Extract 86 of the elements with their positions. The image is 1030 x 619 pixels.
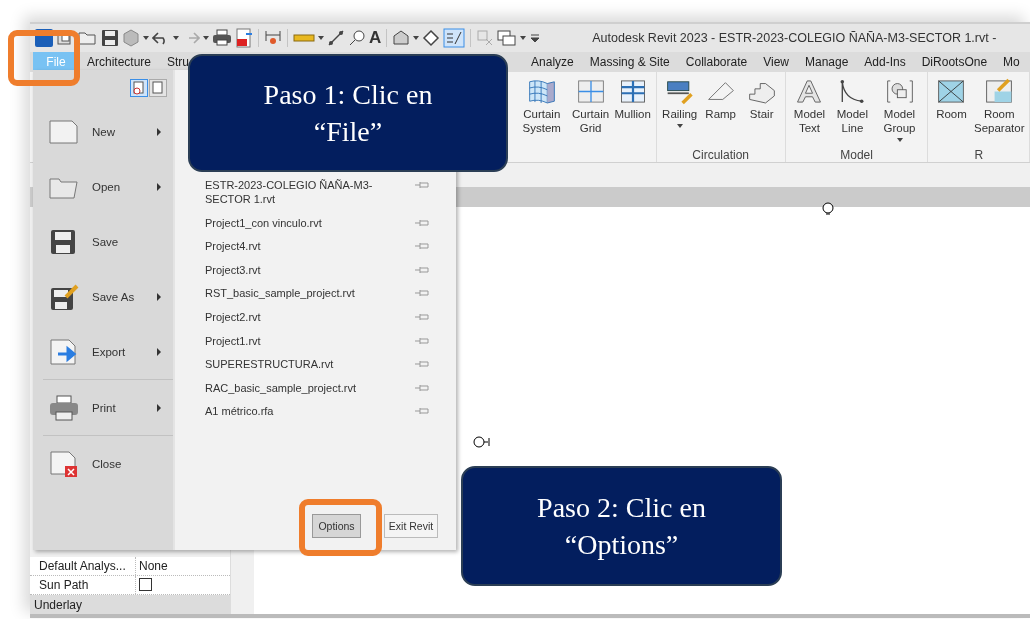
section-icon[interactable] bbox=[422, 29, 441, 47]
ribbon-tab[interactable]: Manage bbox=[796, 52, 857, 72]
recent-file-link[interactable]: Project1_con vinculo.rvt bbox=[205, 215, 322, 230]
property-name: Default Analys... bbox=[30, 557, 136, 575]
open-documents-button[interactable] bbox=[149, 79, 167, 97]
menu-item[interactable]: Open bbox=[43, 159, 173, 214]
customize-icon[interactable] bbox=[529, 32, 542, 44]
ribbon-tab[interactable]: Add-Ins bbox=[856, 52, 914, 72]
recent-file-link[interactable]: SUPERESTRUCTURA.rvt bbox=[205, 357, 334, 372]
ribbon-tab[interactable]: Massing & Site bbox=[581, 52, 678, 72]
callout-text: Paso 1: Clic en “File” bbox=[262, 78, 434, 149]
panel-title: R bbox=[974, 148, 984, 162]
grid-marker-icon bbox=[472, 436, 492, 448]
section-header[interactable]: Underlay bbox=[30, 595, 230, 614]
printer-icon[interactable] bbox=[212, 29, 232, 47]
new-document-icon bbox=[48, 117, 80, 146]
ribbon-tool-button[interactable]: Ramp bbox=[700, 76, 741, 148]
room-separator-icon bbox=[984, 78, 1015, 105]
align-icon[interactable] bbox=[327, 29, 345, 47]
windows-icon[interactable] bbox=[497, 29, 518, 47]
window-title: Autodesk Revit 2023 - ESTR-2023-COLEGIO ÑAÑA-M3-SECTOR 1.rvt - bbox=[592, 31, 997, 45]
recent-file-link[interactable]: Project2.rvt bbox=[205, 309, 261, 324]
submenu-arrow-icon bbox=[157, 347, 161, 356]
room-icon bbox=[936, 78, 967, 105]
caret-icon[interactable] bbox=[203, 36, 209, 40]
menu-item[interactable]: Close bbox=[43, 436, 173, 491]
recent-documents-button[interactable] bbox=[130, 79, 148, 97]
ribbon-tool-button[interactable]: Curtain Grid bbox=[569, 76, 612, 148]
house-icon[interactable] bbox=[392, 29, 411, 47]
recent-file-link[interactable]: Project4.rvt bbox=[205, 239, 261, 254]
menu-item[interactable]: Export bbox=[43, 324, 173, 379]
menu-item[interactable]: New bbox=[43, 104, 173, 159]
ribbon-tab[interactable]: Architecture bbox=[79, 52, 160, 72]
curtain-system-icon bbox=[526, 78, 557, 105]
submenu-arrow-icon bbox=[157, 292, 161, 301]
ribbon-tool-button[interactable]: Model Line bbox=[831, 76, 874, 148]
close-document-icon bbox=[48, 449, 80, 478]
highlight-frame bbox=[8, 30, 80, 86]
save-icon[interactable] bbox=[101, 29, 119, 47]
measure-icon[interactable] bbox=[264, 29, 282, 47]
menu-item[interactable]: Save As bbox=[43, 269, 173, 324]
ribbon-tool-button[interactable]: Model Group bbox=[874, 76, 925, 148]
ribbon-tool-button[interactable]: Mullion bbox=[612, 76, 653, 148]
text-tool-icon[interactable]: A bbox=[369, 28, 382, 48]
recent-file-link[interactable]: A1 métrico.rfa bbox=[205, 404, 274, 419]
ribbon-tab[interactable]: Analyze bbox=[523, 52, 582, 72]
ribbon-tab[interactable]: Mo bbox=[995, 52, 1028, 72]
caret-icon[interactable] bbox=[413, 36, 420, 40]
railing-icon bbox=[664, 78, 695, 105]
recent-file-link[interactable]: RST_basic_sample_project.rvt bbox=[205, 286, 355, 301]
ribbon-tool-button[interactable]: Room Separator bbox=[972, 76, 1026, 148]
property-value[interactable]: None bbox=[136, 557, 230, 575]
caret-icon[interactable] bbox=[143, 36, 149, 40]
thin-lines-icon[interactable] bbox=[443, 28, 466, 48]
recent-file-link[interactable]: Project1.rvt bbox=[205, 333, 261, 348]
panel-title: Model bbox=[840, 148, 873, 162]
recent-file-link[interactable]: Project3.rvt bbox=[205, 262, 261, 277]
recent-file-link[interactable]: RAC_basic_sample_project.rvt bbox=[205, 380, 356, 395]
ribbon-tool-button[interactable]: Model Text bbox=[788, 76, 831, 148]
caret-icon[interactable] bbox=[520, 36, 527, 40]
ribbon-tool-button[interactable]: Railing bbox=[659, 76, 700, 148]
ribbon-tab[interactable]: DiRootsOne bbox=[913, 52, 996, 72]
ribbon-tool-button[interactable]: Stair bbox=[741, 76, 782, 148]
printer-icon bbox=[48, 393, 80, 422]
checkbox[interactable] bbox=[139, 578, 152, 591]
exit-button[interactable]: Exit Revit bbox=[384, 514, 438, 538]
submenu-arrow-icon bbox=[157, 403, 161, 412]
save-as-icon bbox=[48, 282, 80, 311]
caret-icon[interactable] bbox=[318, 36, 324, 40]
property-name: Sun Path bbox=[30, 576, 136, 594]
options-button[interactable]: Options bbox=[312, 514, 361, 538]
curtain-grid-icon bbox=[575, 78, 606, 105]
pdf-export-icon[interactable] bbox=[235, 28, 253, 48]
menu-item[interactable]: Save bbox=[43, 214, 173, 269]
panel-title: Circulation bbox=[692, 148, 749, 162]
ribbon-tool-button[interactable]: Curtain System bbox=[515, 76, 569, 148]
model-group-icon bbox=[884, 78, 915, 105]
callout-text: Paso 2: Clic en “Options” bbox=[536, 491, 707, 562]
caret-icon[interactable] bbox=[173, 36, 179, 40]
submenu-arrow-icon bbox=[157, 182, 161, 191]
ribbon-tab[interactable]: View bbox=[755, 52, 797, 72]
submenu-arrow-icon bbox=[157, 127, 161, 136]
recent-file-link[interactable]: ESTR-2023-COLEGIO ÑAÑA-M3-SECTOR 1.rvt bbox=[205, 178, 385, 206]
menu-item[interactable]: Print bbox=[43, 380, 173, 435]
ribbon-tab[interactable]: Collaborate bbox=[677, 52, 756, 72]
ribbon-tool-button[interactable]: Room bbox=[931, 76, 972, 148]
